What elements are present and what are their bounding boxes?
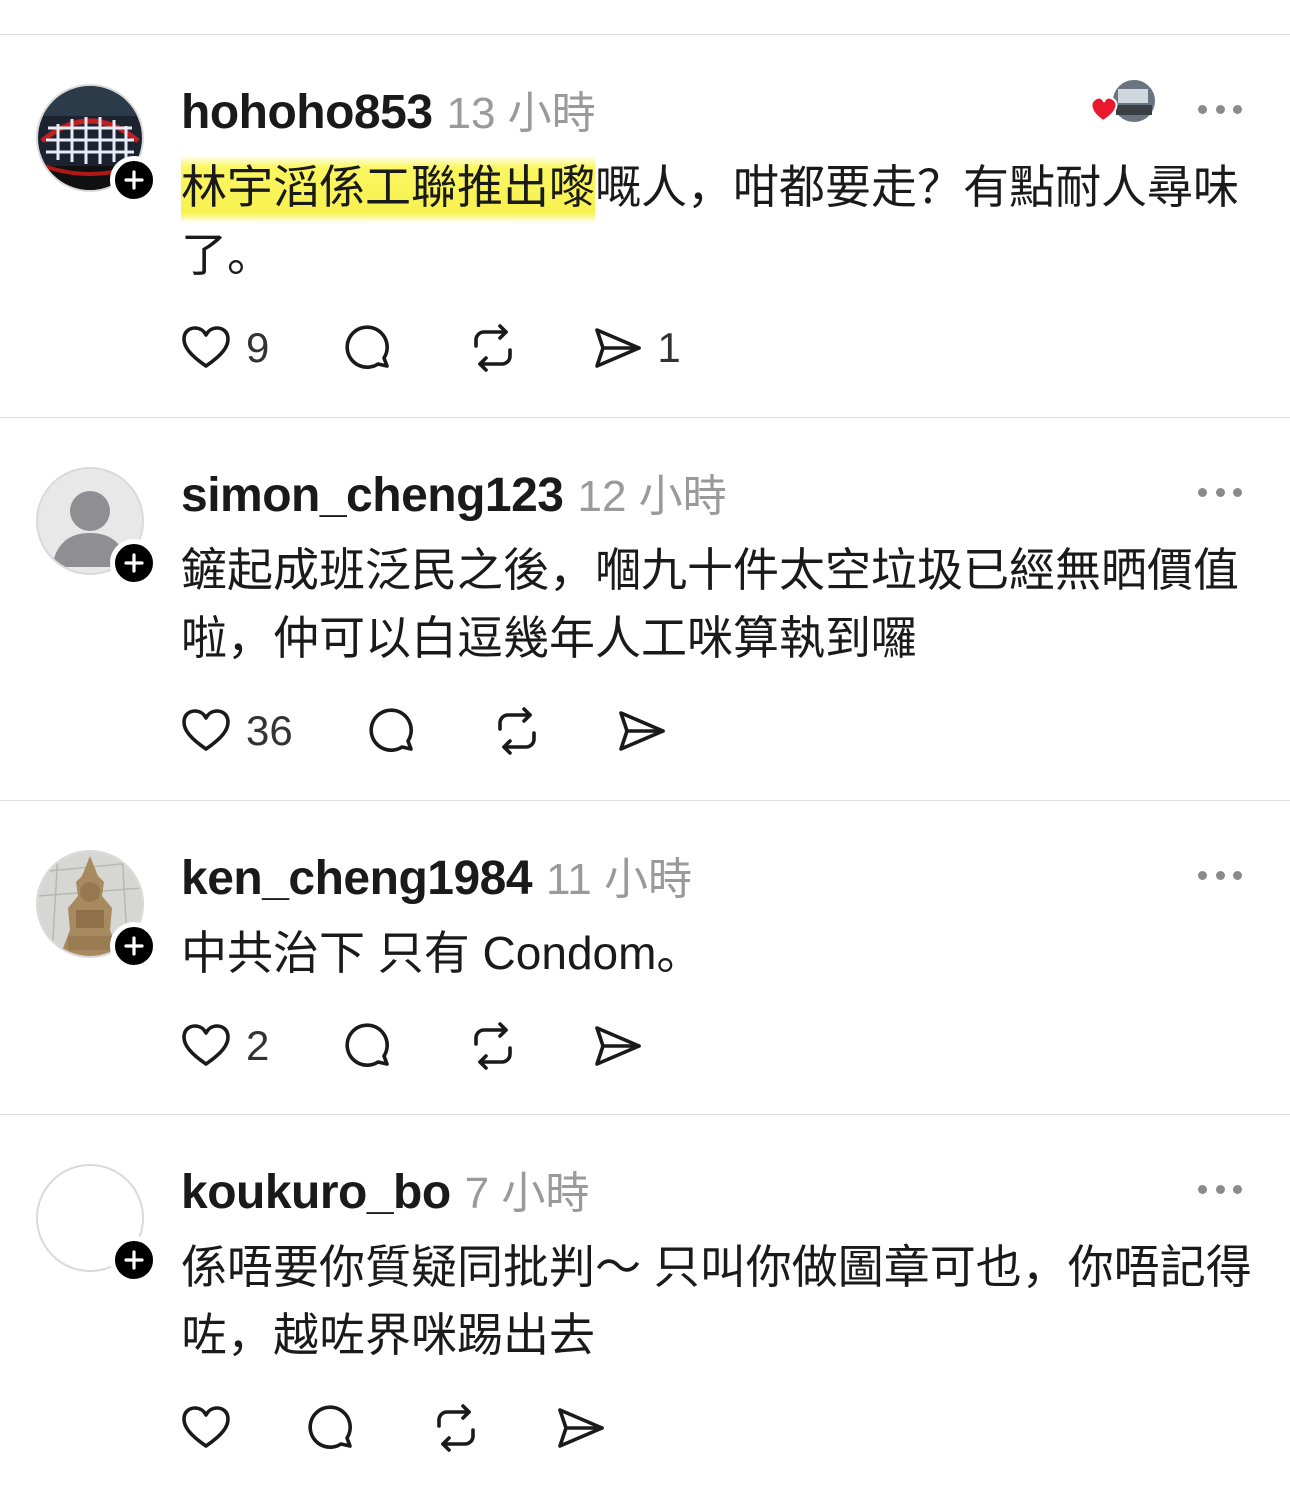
- paper-plane-icon: [558, 1408, 604, 1448]
- share-count: 1: [657, 324, 681, 371]
- paper-plane-icon: [595, 328, 642, 368]
- like-button[interactable]: 36: [180, 705, 293, 757]
- like-button[interactable]: 2: [180, 1020, 269, 1072]
- avatar[interactable]: [36, 1164, 158, 1284]
- action-bar: 2: [180, 1019, 643, 1073]
- timestamp: 11 小時: [546, 855, 692, 904]
- timestamp: 13 小時: [446, 89, 596, 138]
- thread-header: koukuro_bo 7 小時: [181, 1157, 589, 1220]
- username[interactable]: simon_cheng123: [181, 468, 564, 523]
- paper-plane-icon: [618, 711, 665, 751]
- thread-item: ken_cheng1984 11 小時 中共治下 只有 Condom。 2: [0, 801, 1290, 1115]
- liked-by-indicator[interactable]: [1086, 77, 1160, 129]
- timestamp: 12 小時: [577, 472, 727, 521]
- speech-bubble-icon: [345, 1023, 390, 1067]
- username[interactable]: ken_cheng1984: [181, 851, 533, 906]
- avatar[interactable]: [36, 467, 158, 587]
- thread-text: 林宇滔係工聯推出嚟嘅人，咁都要走？有點耐人尋味了。: [181, 153, 1256, 289]
- plus-icon: [124, 553, 144, 573]
- repost-arrows-icon: [437, 1404, 475, 1452]
- speech-bubble-icon: [369, 708, 413, 752]
- like-button[interactable]: 9: [180, 322, 269, 374]
- share-button[interactable]: 1: [591, 322, 681, 374]
- thread-text: 中共治下 只有 Condom。: [181, 927, 703, 979]
- avatar[interactable]: [36, 850, 158, 970]
- username[interactable]: koukuro_bo: [181, 1165, 451, 1220]
- action-bar: 9 1: [180, 321, 681, 375]
- more-options-button[interactable]: [1198, 865, 1242, 885]
- heart-outline-icon: [182, 1024, 230, 1066]
- like-button[interactable]: [180, 1402, 232, 1454]
- more-options-button[interactable]: [1198, 482, 1242, 502]
- red-heart-icon: [1090, 78, 1157, 124]
- follow-button[interactable]: [110, 922, 158, 970]
- like-count: 2: [246, 1022, 270, 1069]
- follow-button[interactable]: [110, 1236, 158, 1284]
- action-bar: [180, 1401, 606, 1455]
- paper-plane-icon: [595, 1026, 642, 1066]
- plus-icon: [124, 1250, 144, 1270]
- reply-button[interactable]: [343, 322, 395, 374]
- repost-button[interactable]: [467, 322, 519, 374]
- reply-button[interactable]: [367, 705, 419, 757]
- follow-button[interactable]: [110, 539, 158, 587]
- timestamp: 7 小時: [464, 1169, 590, 1218]
- more-options-button[interactable]: [1198, 99, 1242, 119]
- share-button[interactable]: [554, 1402, 606, 1454]
- follow-button[interactable]: [110, 156, 158, 204]
- thread-header: simon_cheng123 12 小時: [181, 460, 727, 523]
- highlighted-text: 林宇滔係工聯推出嚟: [181, 155, 595, 223]
- thread-text: 鏟起成班泛民之後，嗰九十件太空垃圾已經無晒價值啦，仲可以白逗幾年人工咪算執到囉: [181, 544, 1239, 664]
- heart-outline-icon: [182, 1406, 230, 1448]
- heart-outline-icon: [182, 709, 230, 751]
- action-bar: 36: [180, 704, 667, 758]
- reply-button[interactable]: [343, 1020, 395, 1072]
- repost-arrows-icon: [474, 1022, 513, 1070]
- share-button[interactable]: [591, 1020, 643, 1072]
- like-count: 36: [246, 707, 293, 754]
- repost-button[interactable]: [491, 705, 543, 757]
- reply-button[interactable]: [306, 1402, 358, 1454]
- more-dots-icon: [1198, 487, 1207, 497]
- plus-icon: [124, 936, 144, 956]
- thread-item: hohoho853 13 小時 林宇滔係工聯推出嚟嘅人，咁都要走？有點耐人尋味了…: [0, 35, 1290, 418]
- username[interactable]: hohoho853: [181, 85, 433, 140]
- avatar[interactable]: [36, 84, 158, 204]
- more-dots-icon: [1198, 870, 1207, 880]
- heart-outline-icon: [182, 326, 230, 368]
- repost-arrows-icon: [497, 707, 536, 755]
- speech-bubble-icon: [345, 325, 390, 369]
- plus-icon: [124, 170, 144, 190]
- more-dots-icon: [1198, 104, 1207, 114]
- speech-bubble-icon: [308, 1405, 352, 1449]
- thread-item: simon_cheng123 12 小時 鏟起成班泛民之後，嗰九十件太空垃圾已經…: [0, 418, 1290, 801]
- thread-header: hohoho853 13 小時: [181, 77, 596, 140]
- more-dots-icon: [1198, 1184, 1207, 1194]
- repost-button[interactable]: [467, 1020, 519, 1072]
- like-count: 9: [246, 324, 270, 371]
- share-button[interactable]: [615, 705, 667, 757]
- thread-header: ken_cheng1984 11 小時: [181, 843, 692, 906]
- thread-text: 係唔要你質疑同批判～ 只叫你做圖章可也，你唔記得咗，越咗界咪踢出去: [181, 1241, 1252, 1361]
- thread-item: koukuro_bo 7 小時 係唔要你質疑同批判～ 只叫你做圖章可也，你唔記得…: [0, 1115, 1290, 1497]
- repost-arrows-icon: [474, 324, 513, 372]
- repost-button[interactable]: [430, 1402, 482, 1454]
- more-options-button[interactable]: [1198, 1179, 1242, 1199]
